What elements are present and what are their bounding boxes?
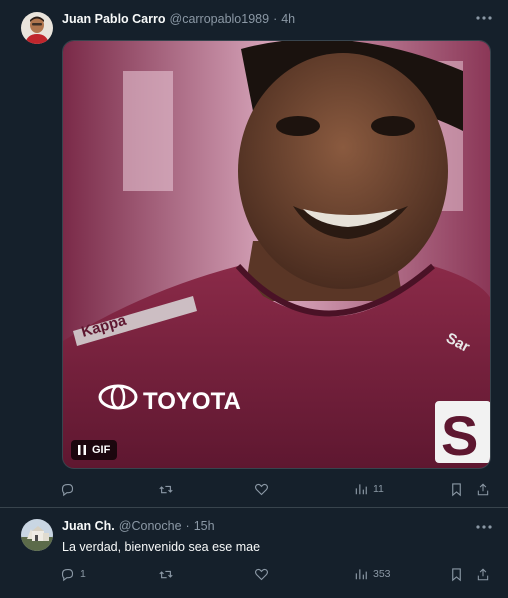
gif-frame: Kappa TOYOTA Sar S bbox=[63, 41, 490, 468]
views-count: 11 bbox=[373, 483, 384, 495]
separator: · bbox=[273, 12, 278, 26]
analytics-icon bbox=[355, 484, 367, 495]
timestamp[interactable]: 15h bbox=[194, 519, 215, 533]
like-button[interactable] bbox=[254, 479, 274, 499]
action-bar: 11 bbox=[58, 479, 494, 499]
retweet-button[interactable] bbox=[158, 564, 179, 584]
like-button[interactable] bbox=[254, 564, 274, 584]
share-icon bbox=[477, 483, 489, 495]
tweet[interactable]: Juan Pablo Carro @carropablo1989 · 4h Ka… bbox=[0, 0, 508, 508]
reply-icon bbox=[61, 483, 74, 496]
timeline: Juan Pablo Carro @carropablo1989 · 4h Ka… bbox=[0, 0, 508, 598]
reply-button[interactable]: 1 bbox=[60, 564, 86, 584]
gif-label: GIF bbox=[92, 444, 111, 456]
bookmark-icon bbox=[452, 567, 461, 581]
jersey-sponsor-text: TOYOTA bbox=[143, 388, 241, 415]
views-button[interactable]: 353 bbox=[354, 564, 391, 584]
gif-badge[interactable]: GIF bbox=[71, 440, 118, 460]
jersey-crest-text: S bbox=[441, 404, 478, 467]
display-name[interactable]: Juan Ch. bbox=[62, 519, 115, 533]
heart-icon bbox=[255, 568, 268, 580]
bookmark-button[interactable] bbox=[450, 564, 463, 584]
tweet[interactable]: Juan Ch. @Conoche · 15h La verdad, bienv… bbox=[0, 508, 508, 598]
gif-media[interactable]: Kappa TOYOTA Sar S GIF bbox=[62, 40, 491, 469]
more-horizontal-icon bbox=[476, 525, 492, 529]
avatar[interactable] bbox=[21, 519, 53, 551]
action-bar: 1 353 bbox=[58, 564, 494, 584]
more-button[interactable] bbox=[474, 10, 494, 26]
timestamp[interactable]: 4h bbox=[281, 12, 295, 26]
share-button[interactable] bbox=[476, 564, 490, 584]
analytics-icon bbox=[355, 569, 367, 580]
reply-count: 1 bbox=[80, 568, 86, 580]
user-handle[interactable]: @Conoche bbox=[119, 519, 182, 533]
tweet-header: Juan Ch. @Conoche · 15h bbox=[62, 519, 215, 533]
heart-icon bbox=[255, 483, 268, 495]
bookmark-icon bbox=[452, 482, 461, 496]
retweet-icon bbox=[159, 485, 173, 493]
views-button[interactable]: 11 bbox=[354, 479, 384, 499]
tweet-text: La verdad, bienvenido sea ese mae bbox=[62, 540, 261, 554]
reply-button[interactable] bbox=[60, 479, 80, 499]
display-name[interactable]: Juan Pablo Carro bbox=[62, 12, 166, 26]
retweet-icon bbox=[159, 570, 173, 578]
avatar[interactable] bbox=[21, 12, 53, 44]
share-button[interactable] bbox=[476, 479, 490, 499]
bookmark-button[interactable] bbox=[450, 479, 463, 499]
pause-icon bbox=[78, 445, 86, 455]
reply-icon bbox=[61, 568, 74, 581]
more-button[interactable] bbox=[474, 519, 494, 535]
share-icon bbox=[477, 568, 489, 580]
views-count: 353 bbox=[373, 568, 391, 580]
user-handle[interactable]: @carropablo1989 bbox=[170, 12, 270, 26]
retweet-button[interactable] bbox=[158, 479, 179, 499]
more-horizontal-icon bbox=[476, 16, 492, 20]
tweet-header: Juan Pablo Carro @carropablo1989 · 4h bbox=[62, 12, 295, 26]
separator: · bbox=[185, 519, 190, 533]
